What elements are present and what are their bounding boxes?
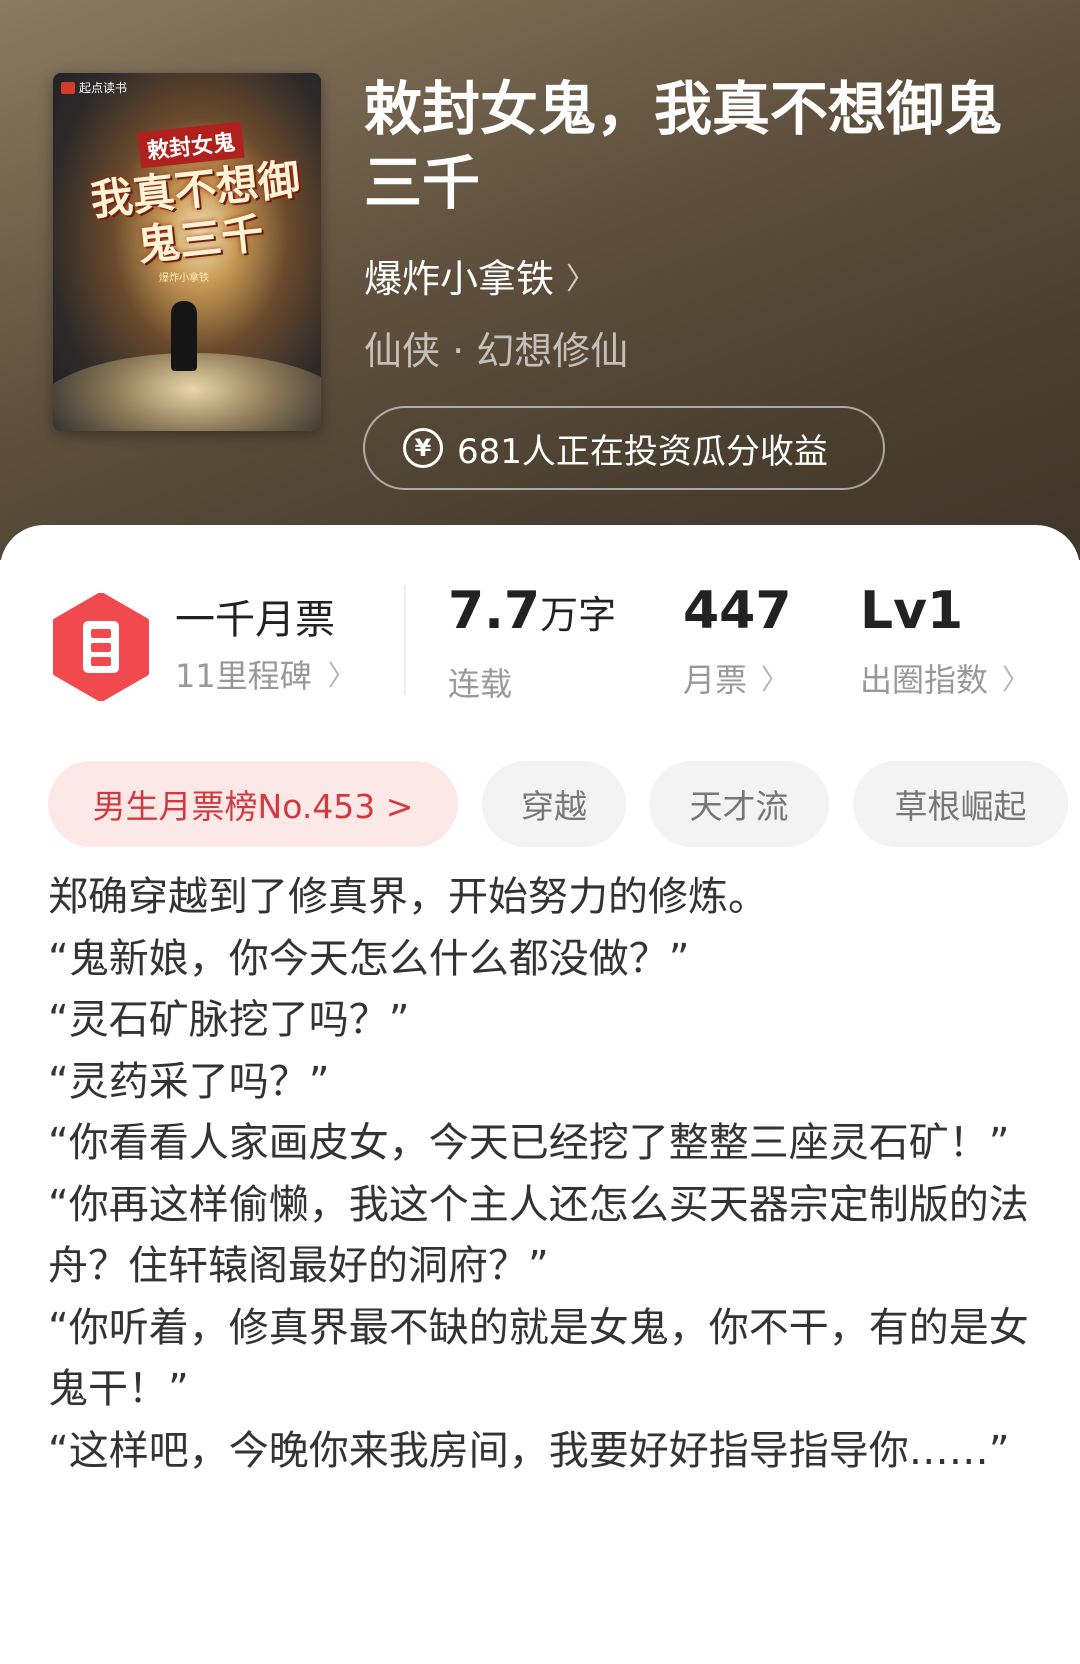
monthly-votes-label-row: 月票 〉 xyxy=(683,655,792,701)
cover-figure-art xyxy=(171,301,197,371)
chevron-right-icon: 〉 xyxy=(327,659,356,692)
milestone-link[interactable]: 11里程碑 〉 xyxy=(175,651,356,697)
synopsis-line: “这样吧，今晚你来我房间，我要好好指导指导你……” xyxy=(48,1427,1010,1474)
invest-button[interactable]: ¥ 681人正在投资瓜分收益 xyxy=(363,406,885,490)
synopsis-line: 郑确穿越到了修真界，开始努力的修炼。 xyxy=(48,874,768,920)
chevron-right-icon: 〉 xyxy=(761,663,790,696)
circle-index-value: Lv1 xyxy=(860,581,964,641)
word-count-value: 7.7 xyxy=(448,581,541,641)
book-genre: 仙侠 · 幻想修仙 xyxy=(364,329,629,373)
word-count-stat: 7.7万字 连载 xyxy=(448,579,616,705)
word-count-label: 连载 xyxy=(448,659,616,705)
tag-row: 男生月票榜No.453 > 穿越 天才流 草根崛起 xyxy=(0,761,1080,847)
synopsis-line: “你看看人家画皮女，今天已经挖了整整三座灵石矿！” xyxy=(48,1120,1010,1166)
monthly-votes-value: 447 xyxy=(683,581,792,641)
circle-index-label: 出圈指数 xyxy=(860,661,989,699)
milestone-sub-label: 11里程碑 xyxy=(175,657,312,695)
synopsis-line: “你听着，修真界最不缺的就是女鬼，你不干，有的是女鬼干！” xyxy=(48,1304,1029,1413)
book-detail-sheet: 一千月票 11里程碑 〉 7.7万字 连载 447 月票 〉 Lv1 出圈指数 xyxy=(0,525,1080,1664)
milestone-hexagon-icon xyxy=(53,593,149,701)
invest-label: 681人正在投资瓜分收益 xyxy=(457,431,828,472)
book-title: 敕封女鬼，我真不想御鬼三千 xyxy=(364,75,1003,217)
monthly-votes-stat[interactable]: 447 月票 〉 xyxy=(683,579,792,701)
circle-index-label-row: 出圈指数 〉 xyxy=(860,655,1030,701)
monthly-votes-label: 月票 xyxy=(683,661,748,699)
cover-big-title: 我真不想御鬼三千 xyxy=(88,154,303,271)
stats-row: 一千月票 11里程碑 〉 7.7万字 连载 447 月票 〉 Lv1 出圈指数 xyxy=(0,525,1080,705)
synopsis-line: “灵石矿脉挖了吗？” xyxy=(48,997,410,1043)
circle-index-stat[interactable]: Lv1 出圈指数 〉 xyxy=(860,579,1030,701)
cover-author: 爆炸小拿铁 xyxy=(159,273,209,284)
book-synopsis: 郑确穿越到了修真界，开始努力的修炼。 “鬼新娘，你今天怎么什么都没做？” “灵石… xyxy=(48,867,1048,1482)
book-header: 起点读书 敕封女鬼 我真不想御鬼三千 爆炸小拿铁 敕封女鬼，我真不想御鬼三千 爆… xyxy=(0,0,1080,560)
cover-brand-label: 起点读书 xyxy=(79,81,128,95)
tag-genius[interactable]: 天才流 xyxy=(649,761,829,847)
synopsis-line: “你再这样偷懒，我这个主人还怎么买天器宗定制版的法舟？住轩辕阁最好的洞府？” xyxy=(48,1181,1029,1290)
book-cover[interactable]: 起点读书 敕封女鬼 我真不想御鬼三千 爆炸小拿铁 xyxy=(53,73,321,431)
tag-grassroots-rise[interactable]: 草根崛起 xyxy=(853,761,1068,847)
cover-brand: 起点读书 xyxy=(61,79,127,96)
author-link[interactable]: 爆炸小拿铁 〉 xyxy=(364,248,596,303)
chevron-right-icon: 〉 xyxy=(566,261,597,297)
yen-coin-icon: ¥ xyxy=(403,428,443,468)
chevron-right-icon: 〉 xyxy=(1002,663,1031,696)
author-name: 爆炸小拿铁 xyxy=(364,257,555,301)
milestone-title: 一千月票 xyxy=(175,597,335,643)
stats-divider xyxy=(404,585,406,695)
brand-logo-icon xyxy=(61,81,75,94)
rank-tag[interactable]: 男生月票榜No.453 > xyxy=(48,761,458,847)
serial-status-label: 连载 xyxy=(448,665,513,703)
synopsis-line: “灵药采了吗？” xyxy=(48,1058,330,1105)
word-count-unit: 万字 xyxy=(540,593,617,637)
synopsis-line: “鬼新娘，你今天怎么什么都没做？” xyxy=(48,935,690,982)
tag-time-travel[interactable]: 穿越 xyxy=(482,761,626,847)
word-count-value-line: 7.7万字 xyxy=(448,579,616,647)
